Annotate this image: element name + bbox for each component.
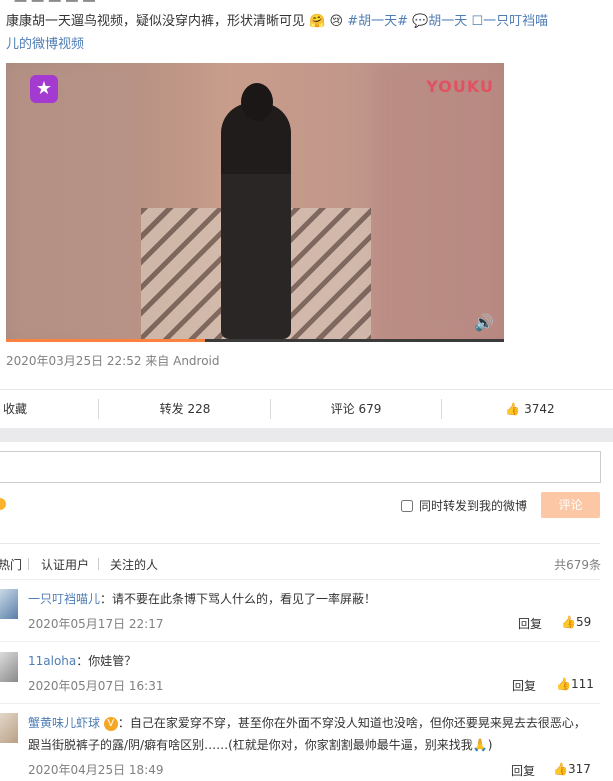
sad-emoji-icon: 😢 — [329, 14, 344, 29]
sync-forward-checkbox[interactable] — [401, 500, 413, 512]
thumbs-up-icon: 👍 — [561, 615, 576, 629]
action-bar: 收藏 转发 228 评论 679 👍 3742 — [0, 390, 613, 428]
comment-username[interactable]: 一只叮裆喵儿 — [28, 592, 100, 606]
comment-count-button[interactable]: 评论 679 — [311, 390, 401, 428]
star-logo-icon: ★ — [30, 75, 58, 103]
avatar[interactable] — [0, 713, 18, 743]
hug-emoji-icon: 🤗 — [309, 14, 326, 29]
verified-badge-icon: V — [103, 716, 118, 731]
action-separator — [98, 399, 99, 419]
hashtag-link[interactable]: #胡一天# — [347, 14, 408, 29]
filter-verified[interactable]: 认证用户 — [41, 556, 89, 573]
youku-logo: YOUKU — [426, 77, 494, 96]
video-blur-left — [6, 63, 136, 342]
comment-like-button[interactable]: 👍59 — [561, 615, 591, 629]
action-separator — [270, 399, 271, 419]
comment-like-count: 111 — [570, 677, 594, 691]
comment-like-count: 59 — [575, 615, 592, 629]
comment-content: ：你娃管？ — [76, 654, 137, 668]
comment-time: 2020年05月17日 22:17 — [28, 617, 164, 631]
video-frame-person — [221, 103, 291, 339]
comment-content: ：请不要在此条博下骂人什么的，看见了一率屏蔽！ — [100, 592, 377, 606]
filter-separator — [28, 558, 29, 570]
comment-input[interactable] — [0, 451, 601, 483]
comment-time: 2020年05月07日 16:31 — [28, 679, 164, 693]
submit-comment-button[interactable]: 评论 — [541, 492, 600, 518]
divider — [0, 543, 600, 544]
comment-like-button[interactable]: 👍111 — [556, 677, 594, 691]
reply-button[interactable]: 回复 — [518, 615, 542, 632]
avatar[interactable] — [0, 589, 18, 619]
action-separator — [441, 399, 442, 419]
filter-separator — [98, 558, 99, 570]
comment-total: 共679条 — [554, 558, 601, 572]
video-frame-head — [241, 83, 273, 121]
comment-text: 11aloha：你娃管？ — [28, 650, 598, 672]
like-count: 3742 — [524, 402, 555, 416]
comment-username[interactable]: 11aloha — [28, 654, 76, 668]
like-button[interactable]: 👍 3742 — [500, 390, 560, 428]
post-meta: 2020年03月25日 22:52 来自 Android — [6, 354, 220, 368]
thumbs-up-icon: 👍 — [556, 677, 571, 691]
comment-like-button[interactable]: 👍317 — [553, 762, 591, 776]
video-source-link[interactable]: ☐一只叮裆喵 — [471, 14, 548, 29]
divider — [0, 579, 600, 580]
video-player[interactable]: ★ YOUKU 🔊 — [6, 63, 504, 342]
divider — [0, 703, 600, 704]
filter-hot[interactable]: 热门 — [0, 556, 22, 573]
video-source-link-cont[interactable]: 儿的微博视频 — [6, 37, 84, 52]
comment-like-count: 317 — [567, 762, 591, 776]
divider — [0, 641, 600, 642]
post-body: 康康胡一天遛鸟视频，疑似没穿内裤，形状清晰可见 🤗 😢 #胡一天# 💬胡一天 ☐… — [6, 10, 606, 56]
comment-time: 2020年04月25日 18:49 — [28, 763, 164, 777]
avatar[interactable] — [0, 652, 18, 682]
sync-forward-label: 同时转发到我的微博 — [419, 499, 528, 513]
video-blur-right — [374, 63, 504, 342]
comment-text: 一只叮裆喵儿：请不要在此条博下骂人什么的，看见了一率屏蔽！ — [28, 588, 598, 610]
section-separator — [0, 428, 613, 442]
video-progress-fill — [6, 339, 206, 342]
filter-following[interactable]: 关注的人 — [110, 556, 158, 573]
comment-text: 蟹黄味儿虾球 V ：自己在家爱穿不穿，甚至你在外面不穿没人知道也没啥，但你还要晃来… — [28, 712, 598, 734]
comment-content: ：自己在家爱穿不穿，甚至你在外面不穿没人知道也没啥，但你还要晃来晃去去很恶心， — [117, 716, 586, 730]
topic-link[interactable]: 💬胡一天 — [412, 14, 467, 29]
cut-off-text: 一 一 一 一 一 — [14, 0, 96, 10]
thumbs-up-icon: 👍 — [505, 402, 521, 416]
comment-username[interactable]: 蟹黄味儿虾球 — [28, 716, 100, 730]
collect-button[interactable]: 收藏 — [0, 390, 30, 428]
volume-icon[interactable]: 🔊 — [474, 313, 494, 332]
thumbs-up-icon: 👍 — [553, 762, 568, 776]
reply-button[interactable]: 回复 — [512, 677, 536, 694]
emoji-picker-icon[interactable] — [0, 498, 6, 510]
comment-text-cont: 跟当街脱裤子的露/阴/癖有啥区别……(杠就是你对，你家割割最帅最牛逼，别来找我🙏… — [28, 738, 493, 752]
post-text: 康康胡一天遛鸟视频，疑似没穿内裤，形状清晰可见 — [6, 14, 306, 29]
forward-button[interactable]: 转发 228 — [140, 390, 230, 428]
reply-button[interactable]: 回复 — [511, 762, 535, 779]
